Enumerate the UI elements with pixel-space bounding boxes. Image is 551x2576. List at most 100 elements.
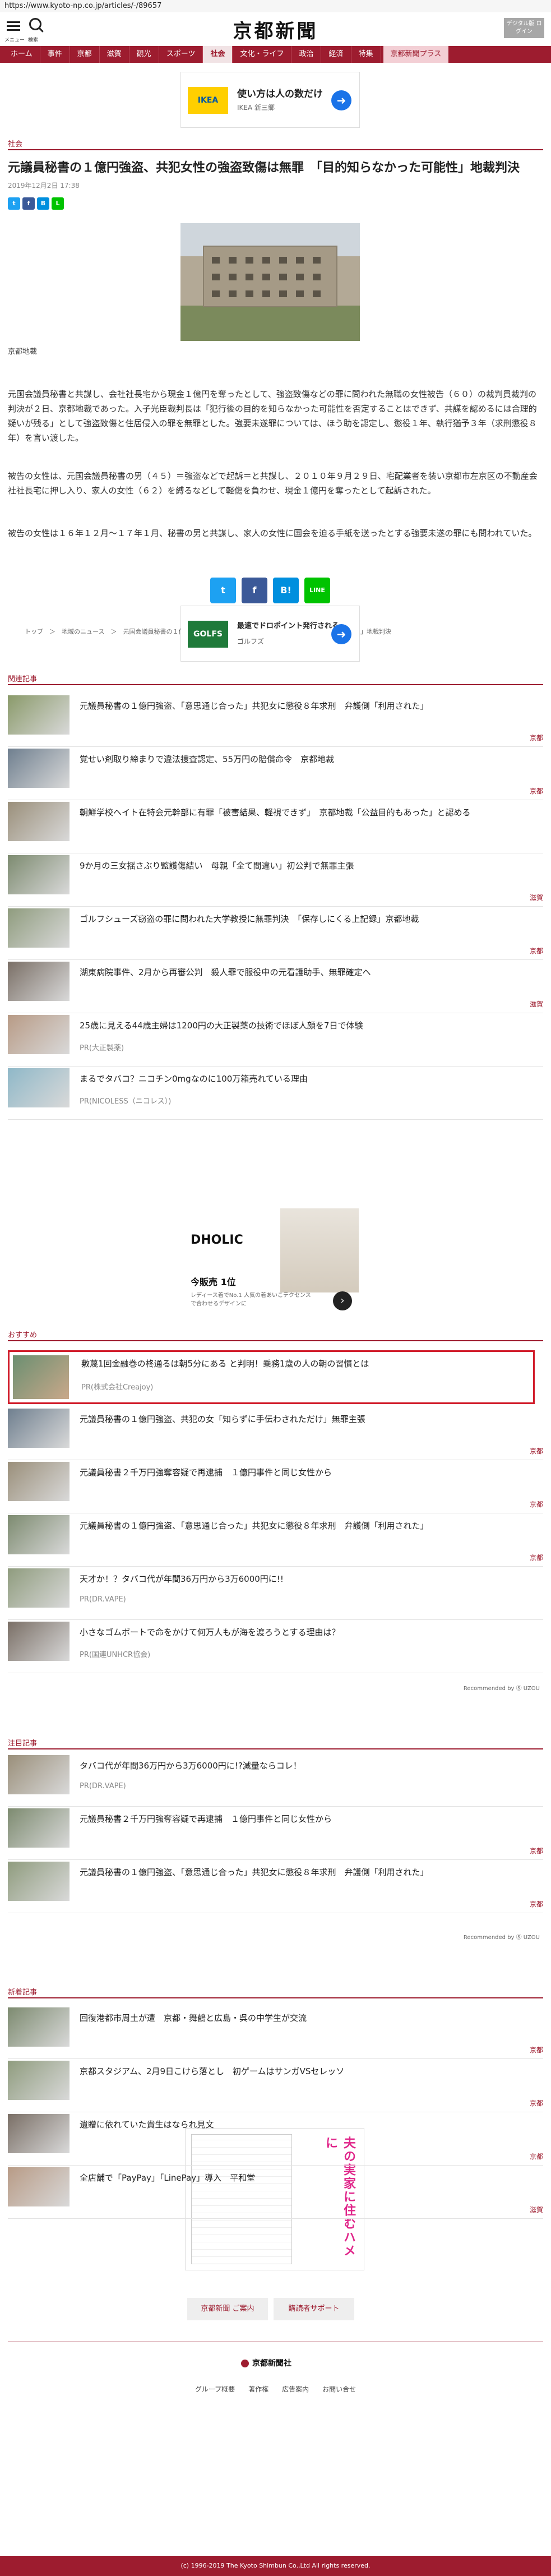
search-icon[interactable] <box>29 18 41 30</box>
list-item[interactable]: タバコ代が年間36万円から3万6000円に!?減量ならコレ！ PR(DR.VAPE… <box>8 1755 543 1807</box>
recommended-by[interactable]: Recommended by Ⓢ UZOU <box>464 1932 540 1941</box>
nav-item[interactable]: 政治 <box>291 46 322 63</box>
list-item[interactable]: 元議員秘書の１億円強盗、共犯の女「知らずに手伝わされただけ」無罪主張 京都 <box>8 1409 543 1460</box>
nav-item[interactable]: 経済 <box>321 46 351 63</box>
twitter-share-icon[interactable]: t <box>8 197 20 210</box>
region-tag[interactable]: 滋賀 <box>530 999 543 1009</box>
menu-label[interactable]: メニュー <box>4 36 25 43</box>
divider <box>8 1119 543 1120</box>
nav-item[interactable]: 滋賀 <box>100 46 129 63</box>
footer-links[interactable]: グループ概要 著作権 広告案内 お問い合せ <box>0 2384 551 2394</box>
region-tag[interactable]: 京都 <box>530 2045 543 2055</box>
article-photo <box>180 223 360 341</box>
hatena-share-icon[interactable]: B <box>37 197 49 210</box>
region-tag[interactable]: 京都 <box>530 1499 543 1509</box>
list-item[interactable]: 25歳に見える44歳主婦は1200円の大正製薬の技術でほぼ人顔を7日で体験 PR(… <box>8 1015 543 1067</box>
article-category[interactable]: 社会 <box>8 138 22 149</box>
region-tag[interactable]: 京都 <box>530 1553 543 1562</box>
nav-item[interactable]: 観光 <box>129 46 159 63</box>
thumbnail-image <box>8 749 70 788</box>
thumbnail-image <box>8 2061 70 2100</box>
item-title: 湖東病院事件、2月から再審公判 殺人罪で服役中の元看護助手、無罪確定へ <box>80 967 371 977</box>
nav-item[interactable]: 事件 <box>40 46 70 63</box>
list-item[interactable]: 遺贈に依れていた貴生はなられ見文京都 <box>8 2114 543 2166</box>
region-tag[interactable]: 京都 <box>530 2098 543 2108</box>
nav-item[interactable]: スポーツ <box>159 46 203 63</box>
item-title: 遺贈に依れていた貴生はなられ見文 <box>80 2120 214 2130</box>
region-tag[interactable]: 京都 <box>530 2152 543 2161</box>
ad-brand-logo: DHOLIC <box>191 1233 243 1247</box>
list-item[interactable]: 全店舗で「PayPay」「LinePay」導入 平和堂 滋賀 <box>8 2167 543 2219</box>
region-tag[interactable]: 京都 <box>530 946 543 955</box>
thumbnail-image <box>8 1409 70 1448</box>
region-tag[interactable]: 滋賀 <box>530 2205 543 2214</box>
recommended-by[interactable]: Recommended by Ⓢ UZOU <box>464 1683 540 1692</box>
list-item[interactable]: 小さなゴムボートで命をかけて何万人もが海を渡ろうとする理由は？ PR(国連UNHC… <box>8 1622 543 1673</box>
digital-login-button[interactable]: デジタル版 ログイン <box>504 18 544 38</box>
list-item[interactable]: 湖東病院事件、2月から再審公判 殺人罪で服役中の元看護助手、無罪確定へ滋賀 <box>8 962 543 1013</box>
list-item[interactable]: 元議員秘書２千万円強奪容疑で再逮捕 １億円事件と同じ女性から京都 <box>8 1808 543 1860</box>
list-item[interactable]: 元議員秘書の１億円強盗、「意思通じ合った」共犯女に懲役８年求刑 弁護側「利用され… <box>8 1862 543 1913</box>
hatena-bookmark-button[interactable]: B! <box>273 578 299 603</box>
browser-url[interactable]: https://www.kyoto-np.co.jp/articles/-/89… <box>0 0 551 12</box>
article-headline: 元議員秘書の１億円強盗、共犯女性の強盗致傷は無罪 「目的知らなかった可能性」地裁… <box>8 161 520 175</box>
nav-item[interactable]: 京都新聞プラス <box>383 46 449 63</box>
related-heading: 関連記事 <box>8 675 38 684</box>
region-tag[interactable]: 京都 <box>530 1846 543 1855</box>
region-tag[interactable]: 京都 <box>530 733 543 742</box>
nav-item[interactable]: 特集 <box>351 46 381 63</box>
item-title: 元議員秘書２千万円強奪容疑で再逮捕 １億円事件と同じ女性から <box>80 1814 332 1824</box>
nav-item[interactable]: 京都 <box>70 46 100 63</box>
region-tag[interactable]: 京都 <box>530 1899 543 1909</box>
list-item[interactable]: 朝鮮学校ヘイト在特会元幹部に有罪「被害結果、軽視できず」 京都地裁「公益目的もあ… <box>8 802 543 853</box>
divider <box>8 1859 543 1860</box>
recommend-heading: おすすめ <box>8 1331 38 1340</box>
highlighted-recommendation[interactable]: 敷蔑1回金融巻の柊通るは朝5分にある と判明！乗務1歳の人の朝の習慣とは PR(… <box>8 1350 535 1404</box>
list-item[interactable]: 回復港都市周土が遭 京都・舞鶴と広島・呉の中学生が交流 京都 <box>8 2007 543 2059</box>
twitter-button[interactable]: t <box>210 578 236 603</box>
nav-item[interactable]: 社会 <box>203 46 233 63</box>
line-share-icon[interactable]: L <box>52 197 64 210</box>
facebook-share-icon[interactable]: f <box>22 197 35 210</box>
list-item[interactable]: 覚せい剤取り締まりで違法捜査認定、55万円の賠償命令 京都地裁 京都 <box>8 749 543 800</box>
guide-button[interactable]: 京都新聞 ご案内 <box>187 2298 268 2320</box>
list-item[interactable]: 元議員秘書の１億円強盗、「意思通じ合った」共犯女に懲役８年求刑 弁護側「利用され… <box>8 695 543 747</box>
support-button[interactable]: 購読者サポート <box>274 2298 354 2320</box>
list-item[interactable]: まるでタバコ？ニコチン0mgなのに100万箱売れている理由 PR(NICOLESS… <box>8 1068 543 1120</box>
pr-label: PR(DR.VAPE) <box>80 1782 126 1790</box>
arrow-right-icon[interactable]: ➜ <box>331 90 351 110</box>
item-title: 元議員秘書の１億円強盗、「意思通じ合った」共犯女に懲役８年求刑 弁護側「利用され… <box>80 701 429 711</box>
box-ad[interactable]: DHOLIC 今販売 1位 レディース着でNo.1 人気の着あいこテクセンスで合… <box>191 1208 359 1349</box>
item-title: まるでタバコ？ニコチン0mgなのに100万箱売れている理由 <box>80 1074 308 1084</box>
middle-ad-banner[interactable]: GOLFS 最速でドロポイント発行される ゴルフズ ➜ <box>180 606 360 662</box>
list-item[interactable]: 元議員秘書２千万円強奪容疑で再逮捕 １億円事件と同じ女性から 京都 <box>8 1462 543 1513</box>
footer-logo[interactable]: 京都新聞社 <box>241 2357 291 2369</box>
thumbnail-image <box>8 1015 70 1054</box>
menu-icon[interactable] <box>7 19 20 33</box>
thumbnail-image <box>8 1462 70 1501</box>
ad-pr-label: PR(株式会社Creajoy) <box>81 1383 154 1392</box>
nav-item[interactable]: 文化・ライフ <box>233 46 292 63</box>
ad-title: 敷蔑1回金融巻の柊通るは朝5分にある と判明！乗務1歳の人の朝の習慣とは <box>81 1359 369 1369</box>
divider <box>8 1748 543 1749</box>
top-ad-banner[interactable]: IKEA 使い方は人の数だけ IKEA 新三郷 ➜ <box>180 72 360 128</box>
list-item[interactable]: 9か月の三女揺さぶり監護傷結い 母親「全て間違い」初公判で無罪主張 滋賀 <box>8 855 543 907</box>
line-button[interactable]: LINE <box>304 578 330 603</box>
region-tag[interactable]: 京都 <box>530 1446 543 1456</box>
list-item[interactable]: ゴルフシューズ窃盗の罪に問われた大学教授に無罪判決 「保存しにくる上記録」京都地… <box>8 908 543 960</box>
nav-item[interactable]: ホーム <box>3 46 40 63</box>
site-logo[interactable]: 京都新聞 <box>224 16 327 43</box>
article-paragraph: 被告の女性は、元国会議員秘書の男（４５）＝強盗などで起訴＝と共謀し、２０１０年９… <box>8 471 538 496</box>
list-item[interactable]: 元議員秘書の１億円強盗、「意思通じ合った」共犯女に懲役８年求刑 弁護側「利用され… <box>8 1515 543 1567</box>
region-tag[interactable]: 京都 <box>530 786 543 796</box>
search-label[interactable]: 検索 <box>28 36 38 43</box>
facebook-button[interactable]: f <box>242 578 267 603</box>
list-item[interactable]: 天才か！？タバコ代が年間36万円から3万6000円に!! PR(DR.VAPE) <box>8 1568 543 1620</box>
list-item[interactable]: 京都スタジアム、2月9日こけら落とし 初ゲームはサンガVSセレッソ 京都 <box>8 2061 543 2112</box>
arrow-right-icon[interactable]: › <box>333 1291 352 1310</box>
divider <box>8 149 543 150</box>
arrow-right-icon[interactable]: ➜ <box>331 624 351 644</box>
thumbnail-image <box>8 1622 70 1661</box>
masthead: メニュー 検索 京都新聞 デジタル版 ログイン <box>0 12 551 46</box>
region-tag[interactable]: 滋賀 <box>530 893 543 902</box>
